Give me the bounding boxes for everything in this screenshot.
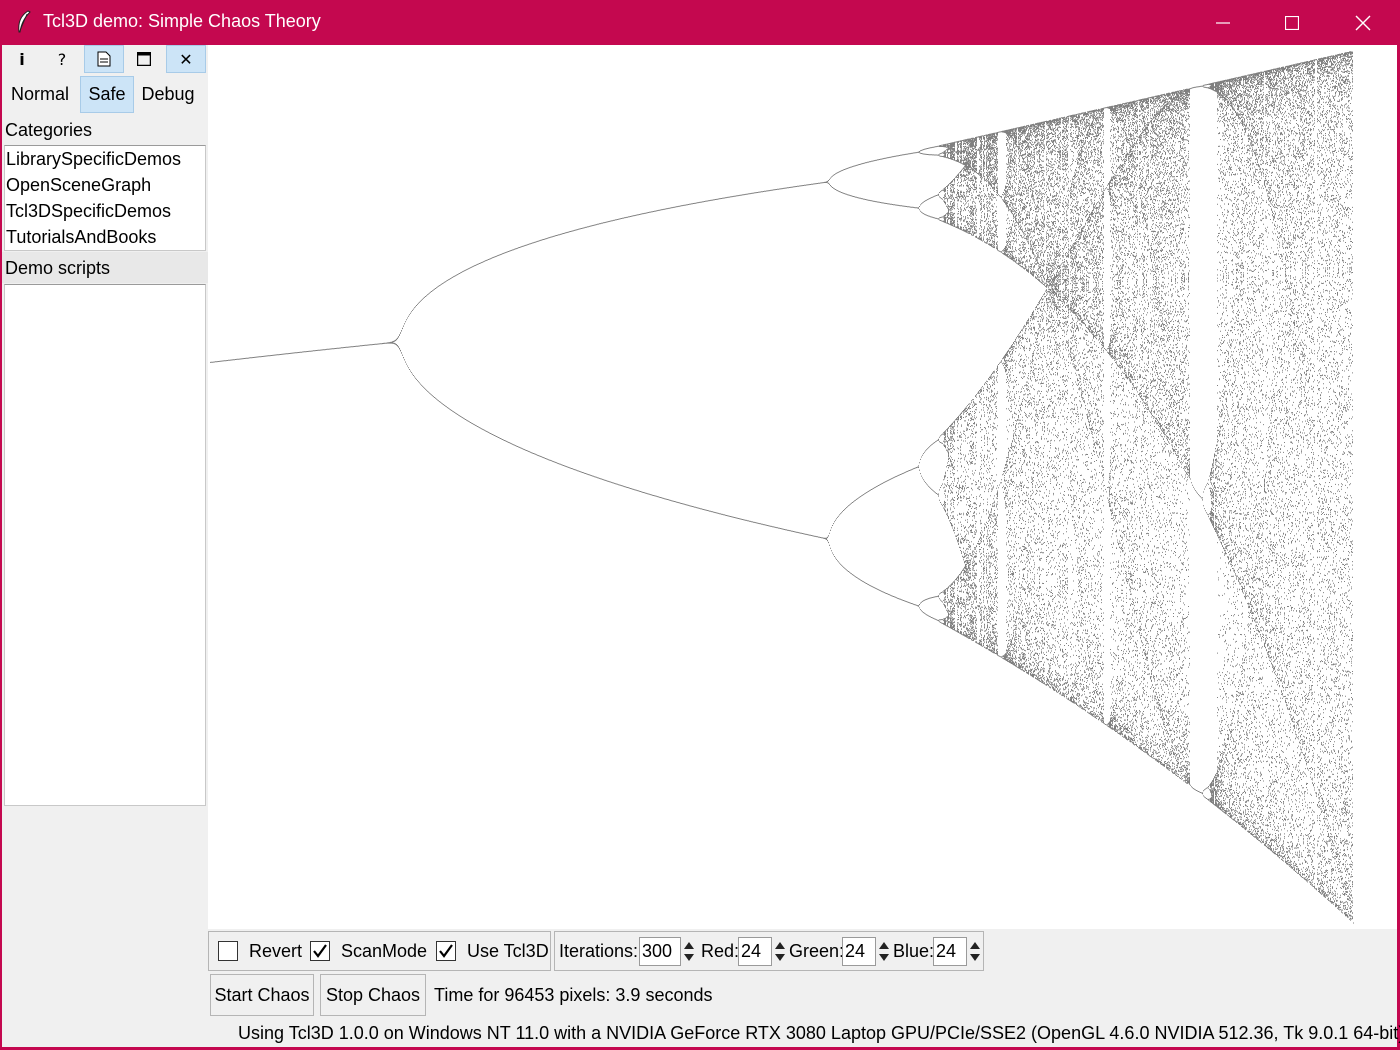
toolbar: i ? ✕: [2, 45, 208, 74]
source-button[interactable]: [84, 45, 124, 73]
client-area: i ? ✕ Normal Safe Debug Categories Libra…: [2, 45, 1400, 1047]
iterations-label: Iterations:: [559, 941, 639, 961]
bifurcation-plot: [210, 51, 1354, 924]
red-input[interactable]: 24: [738, 937, 772, 966]
options-group: Revert ScanMode Use Tcl3D: [208, 931, 551, 971]
opengl-info: Using Tcl3D 1.0.0 on Windows NT 11.0 wit…: [238, 1023, 1400, 1043]
spinner-arrows-icon[interactable]: [968, 937, 982, 966]
help-icon: ?: [57, 49, 67, 69]
categories-list[interactable]: LibrarySpecificDemos OpenSceneGraph Tcl3…: [4, 145, 206, 251]
mode-normal[interactable]: Normal: [2, 76, 78, 113]
start-chaos-button[interactable]: Start Chaos: [210, 974, 314, 1016]
info-button[interactable]: i: [2, 45, 42, 73]
info-icon: i: [19, 49, 25, 69]
demo-scripts-list[interactable]: [4, 284, 206, 806]
fullscreen-button[interactable]: [124, 45, 164, 73]
close-window-button[interactable]: [1328, 0, 1398, 45]
green-label: Green:: [789, 941, 845, 961]
exit-button[interactable]: ✕: [166, 45, 206, 73]
sidebar: i ? ✕ Normal Safe Debug Categories Libra…: [2, 45, 208, 1047]
spinners-group: Iterations: 300 Red: 24 Green: 24 Blue: …: [554, 931, 984, 971]
usetcl3d-checkbox[interactable]: [436, 941, 456, 961]
close-icon: ✕: [179, 49, 193, 69]
actions-row: Start Chaos Stop Chaos Time for 96453 pi…: [208, 973, 1397, 1019]
usetcl3d-label: Use Tcl3D: [467, 941, 549, 961]
stop-chaos-button[interactable]: Stop Chaos: [320, 974, 426, 1016]
maximize-icon: [1285, 15, 1299, 30]
green-input[interactable]: 24: [842, 937, 876, 966]
mode-safe[interactable]: Safe: [80, 76, 134, 113]
minimize-button[interactable]: [1188, 0, 1258, 45]
timing-status: Time for 96453 pixels: 3.9 seconds: [434, 985, 713, 1005]
spinner-arrows-icon[interactable]: [773, 937, 787, 966]
chaos-canvas[interactable]: [208, 45, 1397, 929]
maximize-button[interactable]: [1257, 0, 1327, 45]
demo-scripts-label: Demo scripts: [5, 258, 111, 278]
minimize-icon: [1216, 21, 1230, 24]
mode-selector: Normal Safe Debug: [2, 76, 208, 114]
options-row: Revert ScanMode Use Tcl3D Iterations: 30…: [208, 931, 1397, 973]
revert-checkbox[interactable]: [218, 941, 238, 961]
revert-label: Revert: [249, 941, 303, 961]
checkmark-icon: [313, 944, 327, 958]
app-window: Tcl3D demo: Simple Chaos Theory i ? ✕ No…: [0, 0, 1400, 1050]
list-item[interactable]: TutorialsAndBooks: [5, 224, 205, 250]
blue-input[interactable]: 24: [933, 937, 967, 966]
categories-label: Categories: [5, 120, 93, 140]
checkmark-icon: [439, 944, 453, 958]
document-icon: [97, 51, 111, 67]
list-item[interactable]: OpenSceneGraph: [5, 172, 205, 198]
scanmode-label: ScanMode: [341, 941, 428, 961]
spinner-arrows-icon[interactable]: [877, 937, 891, 966]
list-item[interactable]: LibrarySpecificDemos: [5, 146, 205, 172]
window-title: Tcl3D demo: Simple Chaos Theory: [43, 11, 321, 31]
blue-label: Blue:: [893, 941, 935, 961]
list-item[interactable]: Tcl3DSpecificDemos: [5, 198, 205, 224]
feather-icon: [18, 10, 31, 33]
scanmode-checkbox[interactable]: [310, 941, 330, 961]
title-bar[interactable]: Tcl3D demo: Simple Chaos Theory: [0, 0, 1400, 45]
mode-debug[interactable]: Debug: [136, 76, 200, 113]
red-label: Red:: [701, 941, 740, 961]
help-button[interactable]: ?: [42, 45, 82, 73]
bifurcation-points: [210, 51, 1354, 924]
close-icon: [1355, 15, 1371, 30]
window-icon: [137, 52, 151, 66]
spinner-arrows-icon[interactable]: [682, 937, 696, 966]
iterations-input[interactable]: 300: [639, 937, 681, 966]
